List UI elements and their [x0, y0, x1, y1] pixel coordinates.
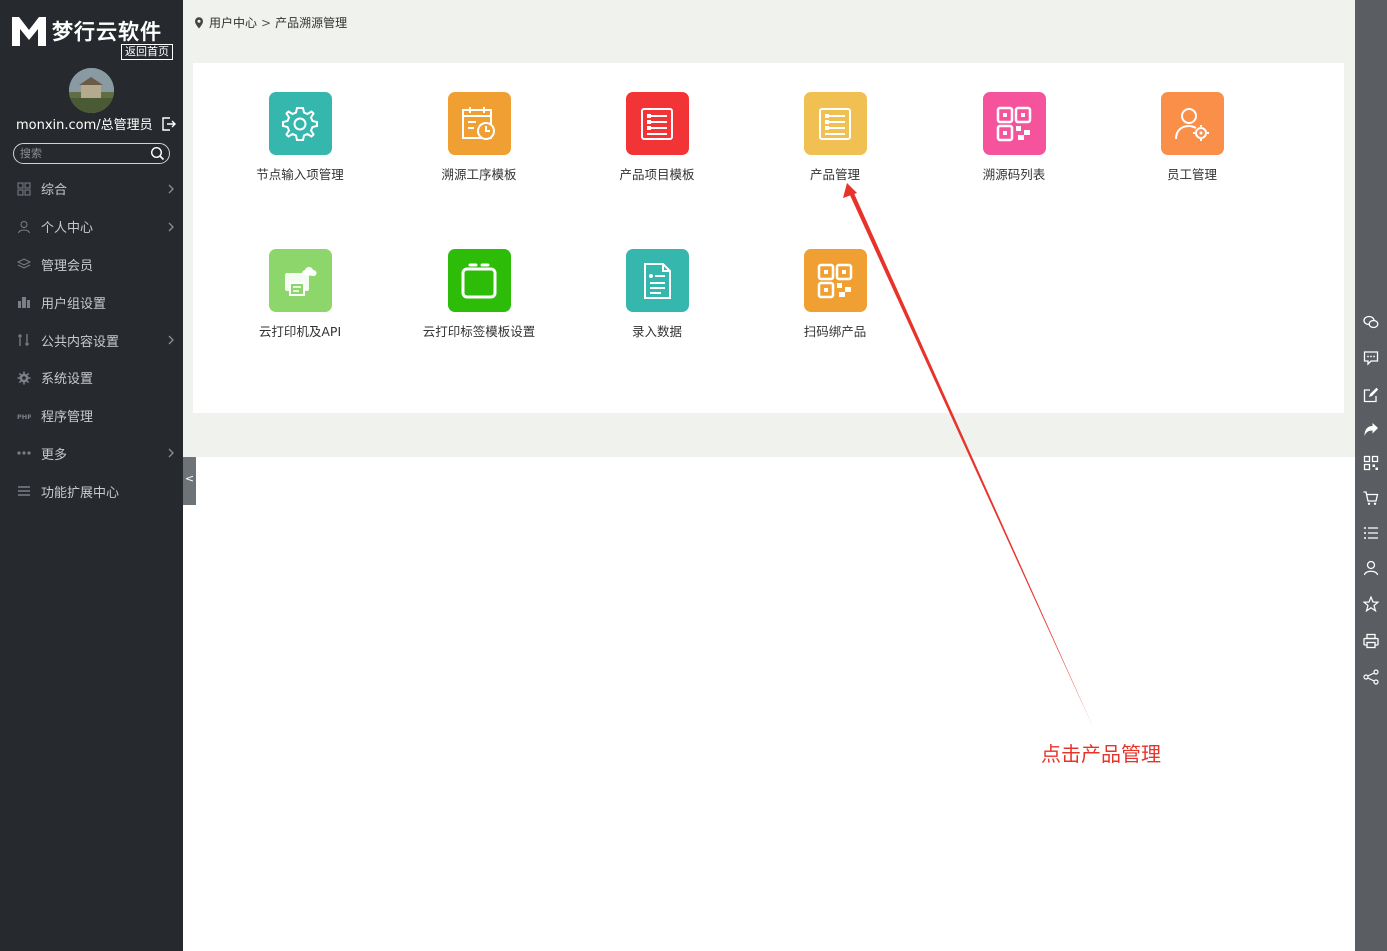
tile-icon-box	[982, 92, 1046, 155]
tile-staff-manage[interactable]: 员工管理	[1107, 92, 1277, 202]
location-pin-icon	[195, 16, 203, 28]
tile-icon-box	[447, 92, 511, 155]
tile-icon-box	[1160, 92, 1224, 155]
qrcode-icon[interactable]	[1363, 455, 1379, 471]
tools-icon	[18, 334, 29, 347]
tile-label-template-setting[interactable]: 云打印标签模板设置	[394, 249, 564, 359]
label-frame-icon	[461, 263, 497, 298]
tile-cloud-printer-api[interactable]: 云打印机及API	[215, 249, 385, 359]
chevron-right-icon	[168, 335, 174, 345]
tile-node-input-manage[interactable]: 节点输入项管理	[215, 92, 385, 202]
building-icon	[18, 297, 30, 309]
chevron-right-icon	[168, 449, 174, 458]
share-icon[interactable]	[1363, 669, 1379, 685]
tile-icon-box	[268, 92, 332, 155]
search-input[interactable]	[20, 147, 150, 160]
sidebar-item-general[interactable]: 综合	[0, 170, 183, 208]
user-gear-icon	[1175, 107, 1209, 141]
tile-label: 云打印机及API	[258, 324, 342, 339]
sidebar-item-members[interactable]: 管理会员	[0, 246, 183, 284]
edit-icon[interactable]	[1363, 387, 1379, 403]
sidebar-collapse-toggle[interactable]: <	[183, 451, 196, 505]
sidebar-item-personal[interactable]: 个人中心	[0, 208, 183, 246]
logout-icon[interactable]	[162, 116, 176, 131]
user-icon[interactable]	[1363, 560, 1379, 576]
qrcode-icon	[817, 263, 853, 298]
tile-label: 节点输入项管理	[256, 167, 344, 182]
breadcrumb-separator: >	[261, 15, 272, 30]
tile-data-entry[interactable]: 录入数据	[572, 249, 742, 359]
print-icon[interactable]	[1363, 633, 1379, 649]
cloud-printer-icon	[285, 266, 317, 296]
message-icon[interactable]	[1363, 350, 1379, 366]
tile-label: 产品项目模板	[619, 167, 695, 182]
sidebar-menu: 综合 个人中心 管理会员 用户组设置 公共内容设置 系统设置 PHP 程序管理	[0, 170, 183, 510]
calendar-clock-icon	[462, 106, 495, 140]
wechat-icon[interactable]	[1363, 314, 1379, 330]
home-link[interactable]: 返回首页	[121, 44, 173, 60]
tile-product-project-template[interactable]: 产品项目模板	[572, 92, 742, 202]
tile-product-manage[interactable]: 产品管理	[750, 92, 920, 202]
tile-icon-box	[268, 249, 332, 312]
annotation-text: 点击产品管理	[1041, 742, 1161, 766]
qrcode-icon	[996, 106, 1032, 141]
list-icon[interactable]	[1363, 525, 1379, 541]
gear-icon	[282, 106, 318, 141]
list-icon	[18, 486, 30, 496]
php-icon: PHP	[17, 413, 31, 421]
list-form-icon	[641, 107, 673, 140]
logo-m-icon	[12, 17, 46, 46]
tile-label: 产品管理	[809, 167, 860, 182]
svg-text:PHP: PHP	[17, 413, 31, 421]
tile-label: 录入数据	[631, 324, 682, 339]
dots-icon	[17, 451, 31, 456]
search-icon[interactable]	[150, 146, 165, 161]
layers-icon	[17, 258, 31, 270]
sidebar-item-system[interactable]: 系统设置	[0, 359, 183, 397]
sidebar: 梦行云软件 返回首页 monxin.com/总管理员 综合 个	[0, 0, 183, 951]
sidebar-item-usergroup[interactable]: 用户组设置	[0, 283, 183, 321]
tile-label: 员工管理	[1166, 167, 1217, 182]
sidebar-item-more[interactable]: 更多	[0, 435, 183, 473]
user-line: monxin.com/总管理员	[16, 114, 176, 133]
tile-icon-box	[625, 92, 689, 155]
chevron-right-icon	[168, 222, 174, 232]
tile-label: 溯源码列表	[982, 167, 1046, 182]
sidebar-item-extensions[interactable]: 功能扩展中心	[0, 472, 183, 510]
chevron-right-icon	[168, 184, 174, 194]
tile-label: 云打印标签模板设置	[422, 324, 536, 339]
list-form-icon	[819, 107, 851, 140]
tile-label: 扫码绑产品	[803, 324, 867, 339]
tile-label: 溯源工序模板	[441, 167, 517, 182]
share-arrow-icon[interactable]	[1363, 422, 1379, 438]
sidebar-item-public-content[interactable]: 公共内容设置	[0, 321, 183, 359]
tile-panel: 节点输入项管理 溯源工序模板 产品项目模板 产品管理 溯源码列表 员工管理 云打…	[193, 63, 1344, 413]
cart-icon[interactable]	[1363, 490, 1379, 506]
gear-icon	[17, 371, 31, 385]
breadcrumb-current: 产品溯源管理	[275, 16, 348, 30]
tile-icon-box	[803, 92, 867, 155]
user-name[interactable]: monxin.com/总管理员	[16, 114, 158, 133]
grid-icon	[17, 182, 31, 196]
tile-trace-code-list[interactable]: 溯源码列表	[929, 92, 1099, 202]
document-icon	[644, 262, 671, 299]
logo[interactable]: 梦行云软件	[10, 14, 162, 48]
avatar[interactable]	[69, 68, 114, 113]
tile-icon-box	[447, 249, 511, 312]
tile-icon-box	[625, 249, 689, 312]
sidebar-item-program[interactable]: PHP 程序管理	[0, 397, 183, 435]
breadcrumb-root[interactable]: 用户中心	[209, 14, 257, 31]
tile-icon-box	[803, 249, 867, 312]
search-box	[13, 143, 170, 164]
right-toolbar	[1355, 0, 1387, 951]
user-icon	[18, 220, 30, 233]
breadcrumb: 用户中心 > 产品溯源管理	[194, 14, 347, 31]
tile-scan-bind-product[interactable]: 扫码绑产品	[750, 249, 920, 359]
logo-text: 梦行云软件	[52, 20, 162, 44]
star-icon[interactable]	[1363, 596, 1379, 612]
tile-trace-process-template[interactable]: 溯源工序模板	[394, 92, 564, 202]
